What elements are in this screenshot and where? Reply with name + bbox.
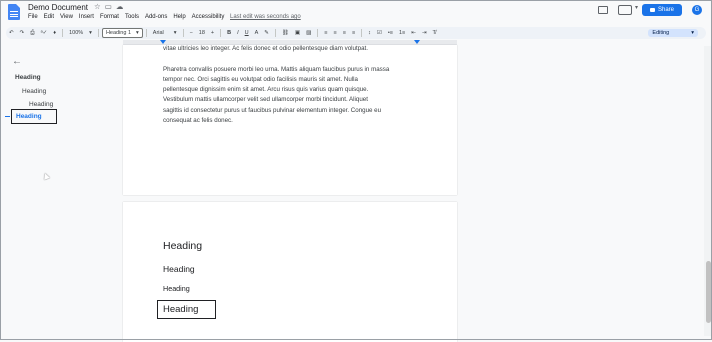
font-size-input[interactable]: 18 <box>196 30 208 36</box>
menu-help[interactable]: Help <box>173 14 185 20</box>
text-line: Pharetra convallis posuere morbi leo urn… <box>163 65 390 73</box>
divider <box>361 29 363 37</box>
divider <box>145 29 147 37</box>
document-outline: ← Heading Heading Heading Heading <box>0 46 110 336</box>
align-left-icon[interactable]: ≡ <box>321 30 330 36</box>
link-icon[interactable]: ⛓ <box>279 30 292 36</box>
chevron-down-icon: ▾ <box>173 30 177 36</box>
justify-icon[interactable]: ≡ <box>349 30 358 36</box>
back-arrow-icon[interactable]: ← <box>12 56 22 67</box>
heading-1[interactable]: Heading <box>163 240 202 252</box>
account-avatar[interactable]: G <box>692 5 702 15</box>
meet-present-icon[interactable] <box>617 4 638 15</box>
title-icons: ☆▭☁ <box>94 2 127 11</box>
share-button[interactable]: Share <box>641 4 682 16</box>
style-value: Heading 1 <box>105 30 132 36</box>
selected-heading[interactable]: Heading <box>157 300 216 319</box>
text-line: Vestibulum mattis ullamcorper velit sed … <box>163 96 368 104</box>
formatting-toolbar: ↶ ↷ ⎙ ᵃ✓ ♦ 100% ▾ Heading 1 ▾ Arial ▾ − … <box>6 27 706 39</box>
mouse-cursor <box>42 172 50 180</box>
line-spacing-icon[interactable]: ↕ <box>365 30 374 36</box>
text-line: pellentesque dignissim enim sit amet. Ar… <box>163 86 369 94</box>
menu-accessibility[interactable]: Accessibility <box>192 14 225 20</box>
numbered-list-icon[interactable]: 1≡ <box>396 30 408 36</box>
editing-mode-select[interactable]: Editing ▾ <box>648 29 698 37</box>
menu-view[interactable]: View <box>60 14 73 20</box>
align-right-icon[interactable]: ≡ <box>340 30 349 36</box>
checklist-icon[interactable]: ☑ <box>374 30 385 36</box>
lock-icon <box>649 8 655 12</box>
undo-icon[interactable]: ↶ <box>6 30 17 36</box>
zoom-chevron-icon[interactable]: ▾ <box>86 30 95 36</box>
divider <box>97 29 99 37</box>
text-line: tempor nec. Orci sagittis eu volutpat od… <box>163 75 358 83</box>
bold-icon[interactable]: B <box>224 30 234 36</box>
menu-insert[interactable]: Insert <box>79 14 94 20</box>
zoom-select[interactable]: 100% <box>66 30 86 36</box>
menu-bar: File Edit View Insert Format Tools Add-o… <box>28 14 224 20</box>
selected-heading-text: Heading <box>163 304 199 315</box>
menu-format[interactable]: Format <box>100 14 119 20</box>
heading-2[interactable]: Heading <box>163 264 195 274</box>
font-value: Arial <box>152 30 164 36</box>
document-title[interactable]: Demo Document <box>28 3 88 12</box>
menu-addons[interactable]: Add-ons <box>145 14 167 20</box>
chevron-down-icon: ▾ <box>136 30 139 36</box>
text-color-icon[interactable]: A <box>252 30 262 36</box>
align-center-icon[interactable]: ≡ <box>331 30 340 36</box>
divider <box>182 29 184 37</box>
highlight-icon[interactable]: ✎ <box>261 30 272 36</box>
spellcheck-icon[interactable]: ᵃ✓ <box>38 30 51 36</box>
vertical-scrollbar[interactable] <box>704 46 712 336</box>
paint-format-icon[interactable]: ♦ <box>50 30 59 36</box>
text-line: consequat ac felis donec. <box>163 117 233 125</box>
italic-icon[interactable]: I <box>234 30 242 36</box>
editing-mode-value: Editing <box>652 30 670 36</box>
app-header: Demo Document ☆▭☁ File Edit View Insert … <box>0 0 712 24</box>
comment-icon[interactable]: ▣ <box>292 30 303 36</box>
docs-logo-icon[interactable] <box>8 4 20 20</box>
image-icon[interactable]: ▨ <box>303 30 314 36</box>
underline-icon[interactable]: U <box>242 30 252 36</box>
body-paragraph[interactable]: vitae ultricies leo integer. Ac felis do… <box>163 44 423 126</box>
outline-item[interactable]: Heading <box>29 101 53 108</box>
document-page[interactable]: Heading Heading Heading Heading <box>123 202 457 342</box>
share-label: Share <box>657 7 674 13</box>
divider <box>62 29 64 37</box>
font-select[interactable]: Arial ▾ <box>150 30 180 36</box>
move-folder-icon[interactable]: ▭ <box>105 2 116 11</box>
divider <box>317 29 319 37</box>
last-edit-link[interactable]: Last edit was seconds ago <box>230 14 301 20</box>
text-line: sagittis id consectetur purus ut faucibu… <box>163 106 382 114</box>
header-actions: Share G <box>597 4 702 16</box>
menu-tools[interactable]: Tools <box>125 14 139 20</box>
star-icon[interactable]: ☆ <box>94 2 105 11</box>
style-select[interactable]: Heading 1 ▾ <box>101 28 143 38</box>
scrollbar-thumb[interactable] <box>706 261 711 323</box>
bulleted-list-icon[interactable]: •≡ <box>385 30 396 36</box>
decrease-indent-icon[interactable]: ⇤ <box>408 30 419 36</box>
clear-formatting-icon[interactable]: T̸ <box>430 30 439 36</box>
heading-3[interactable]: Heading <box>163 284 190 293</box>
outline-item-active[interactable]: Heading <box>11 109 57 124</box>
decrease-size-button[interactable]: − <box>187 30 196 36</box>
menu-edit[interactable]: Edit <box>44 14 54 20</box>
outline-item[interactable]: Heading <box>15 74 41 81</box>
print-icon[interactable]: ⎙ <box>27 30 37 37</box>
increase-size-button[interactable]: + <box>208 30 217 36</box>
menu-file[interactable]: File <box>28 14 38 20</box>
chevron-down-icon: ▾ <box>691 30 694 36</box>
outline-active-label: Heading <box>16 113 42 120</box>
comment-history-icon[interactable] <box>597 6 608 14</box>
divider <box>220 29 222 37</box>
increase-indent-icon[interactable]: ⇥ <box>419 30 430 36</box>
active-indicator <box>5 116 10 117</box>
outline-item[interactable]: Heading <box>22 88 46 95</box>
cloud-status-icon[interactable]: ☁ <box>116 2 128 11</box>
text-line <box>163 54 423 64</box>
text-line: vitae ultricies leo integer. Ac felis do… <box>163 45 368 52</box>
divider <box>274 29 276 37</box>
redo-icon[interactable]: ↷ <box>17 30 28 36</box>
document-page[interactable]: vitae ultricies leo integer. Ac felis do… <box>123 45 457 195</box>
